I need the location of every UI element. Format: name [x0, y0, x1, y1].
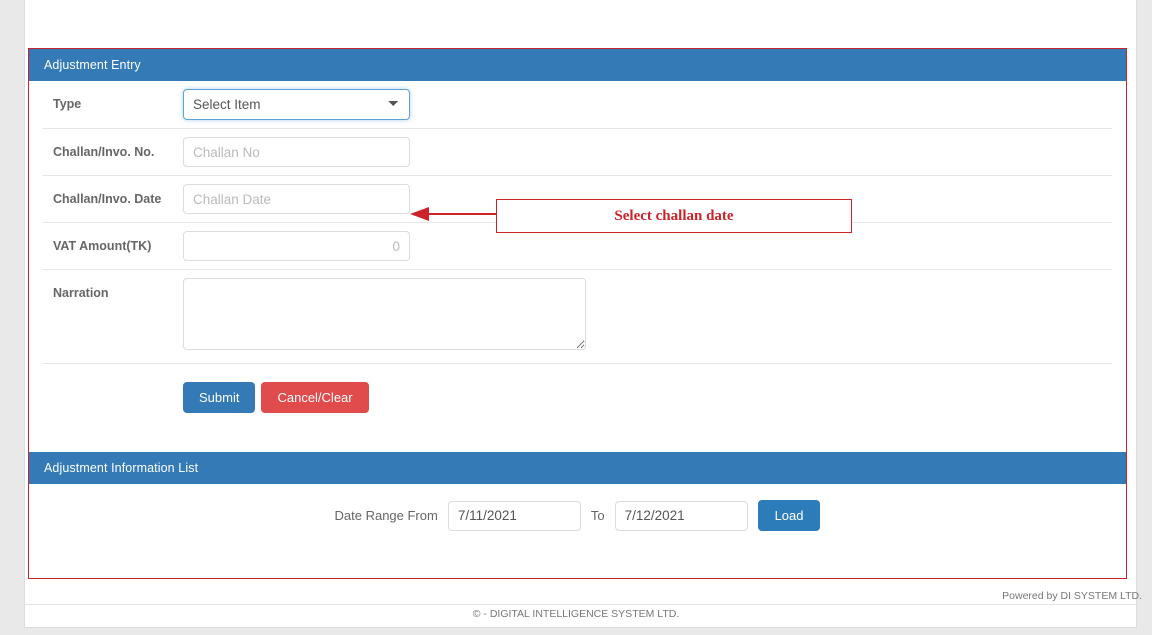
- field-challan-no: [183, 129, 1112, 175]
- form-row-narration: Narration: [43, 270, 1112, 364]
- label-date-range-from: Date Range From: [334, 508, 438, 523]
- date-range-to-input[interactable]: [614, 500, 748, 531]
- label-actions-spacer: [43, 364, 183, 380]
- powered-by-label: Powered by DI SYSTEM LTD.: [1002, 590, 1142, 602]
- page-root: Adjustment Entry Type Select Item Challa…: [0, 0, 1152, 635]
- annotation-text: Select challan date: [614, 207, 734, 224]
- action-button-group: Submit Cancel/Clear: [183, 372, 1112, 421]
- field-actions: Submit Cancel/Clear: [183, 364, 1112, 429]
- type-select[interactable]: Select Item: [183, 89, 410, 120]
- adjustment-entry-body: Type Select Item Challan/Invo. No. Chall…: [29, 81, 1126, 429]
- challan-no-input[interactable]: [183, 137, 410, 167]
- field-type: Select Item: [183, 81, 1112, 128]
- label-challan-date: Challan/Invo. Date: [53, 192, 162, 206]
- copyright-label: © - DIGITAL INTELLIGENCE SYSTEM LTD.: [472, 608, 680, 620]
- label-type: Type: [53, 97, 82, 111]
- adjustment-list-title: Adjustment Information List: [44, 461, 199, 475]
- load-button[interactable]: Load: [757, 500, 821, 531]
- adjustment-list-header: Adjustment Information List: [29, 452, 1126, 484]
- adjustment-entry-panel: Adjustment Entry Type Select Item Challa…: [29, 49, 1126, 429]
- label-vat-amount: VAT Amount(TK): [53, 239, 152, 253]
- label-challan-no: Challan/Invo. No.: [53, 145, 155, 159]
- submit-button[interactable]: Submit: [183, 382, 256, 413]
- adjustment-list-body: Date Range From To Load: [29, 484, 1126, 549]
- footer-divider: [24, 604, 1137, 605]
- arrow-left-icon: [410, 207, 500, 221]
- vat-amount-input[interactable]: [183, 231, 410, 261]
- challan-date-input[interactable]: [183, 184, 410, 214]
- form-row-challan-no: Challan/Invo. No.: [43, 129, 1112, 176]
- adjustment-entry-title: Adjustment Entry: [44, 58, 141, 72]
- form-row-actions: Submit Cancel/Clear: [43, 364, 1112, 429]
- field-narration: [183, 270, 1112, 363]
- label-date-range-to: To: [590, 508, 605, 523]
- adjustment-entry-header: Adjustment Entry: [29, 49, 1126, 81]
- highlighted-form-region: Adjustment Entry Type Select Item Challa…: [28, 48, 1127, 579]
- adjustment-list-panel: Adjustment Information List Date Range F…: [29, 452, 1126, 549]
- date-range-row: Date Range From To Load: [43, 484, 1112, 549]
- narration-textarea[interactable]: [183, 278, 586, 350]
- label-narration: Narration: [53, 286, 109, 300]
- cancel-clear-button[interactable]: Cancel/Clear: [261, 382, 369, 413]
- form-row-type: Type Select Item: [43, 81, 1112, 129]
- date-range-from-input[interactable]: [447, 500, 581, 531]
- annotation-callout: Select challan date: [496, 199, 852, 233]
